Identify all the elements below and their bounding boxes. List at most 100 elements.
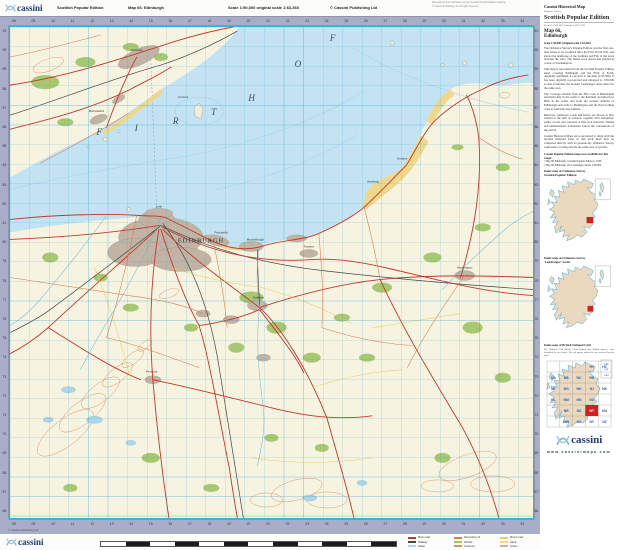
grid-northing-label: 83	[3, 183, 7, 187]
panel-title: Scottish Popular Edition	[544, 15, 614, 21]
range-item: • Map 66 Edinburgh, OS Landranger Series…	[544, 164, 614, 167]
panel-cassini-logo: cassini	[544, 433, 614, 448]
grid-easting-label: 18	[208, 522, 212, 526]
grid-easting-label: 16	[168, 19, 172, 23]
legend-label: Sand	[510, 541, 516, 544]
sea-label-letter: H	[247, 93, 255, 103]
national-grid-letter: NO	[589, 398, 594, 402]
grid-northing-label: 75	[3, 336, 7, 340]
page: cassini Scottish Popular Edition Map 66:…	[0, 0, 618, 550]
grid-easting-label: 21	[266, 19, 270, 23]
grid-northing-label: 88	[535, 87, 539, 91]
grid-northing-label: 66	[3, 509, 7, 513]
scale-bar-segment	[298, 542, 323, 546]
national-grid-letter: NC	[577, 376, 582, 380]
panel-map-name: Edinburgh	[544, 34, 614, 40]
grid-northing-label: 68	[3, 471, 7, 475]
grid-easting-label: 14	[129, 522, 133, 526]
grid-easting-label: 12	[90, 19, 94, 23]
map-legend: Main roadSecondary rdMinor roadRailwayWo…	[408, 536, 538, 549]
grid-easting-label: 08	[12, 19, 16, 23]
sea-label-letter: F	[329, 33, 336, 43]
place-label: Inchkeith	[177, 95, 189, 99]
header-map-number: Map 66: Edinburgh	[128, 5, 164, 10]
legend-swatch	[454, 545, 462, 547]
grid-easting-label: 13	[110, 522, 114, 526]
grid-northing-label: 91	[3, 29, 7, 33]
legend-label: Minor road	[510, 536, 523, 539]
cassini-helix-icon	[556, 433, 570, 448]
grid-northing-label: 76	[3, 317, 7, 321]
grid-easting-label: 19	[227, 19, 231, 23]
national-grid-letter: NY	[589, 420, 594, 424]
national-grid-letter: NR	[564, 409, 569, 413]
grid-easting-label: 29	[423, 522, 427, 526]
legend-swatch	[500, 537, 508, 539]
grid-easting-label: 33	[501, 19, 505, 23]
grid-northing-label: 67	[535, 490, 539, 494]
place-label: Gullane	[397, 156, 408, 160]
grid-easting-label: 14	[129, 19, 133, 23]
legend-swatch	[454, 537, 462, 539]
legend-item: Urban	[500, 544, 538, 548]
legend-label: Woods	[464, 541, 472, 544]
panel-body-text: The Ordnance Survey's Popular Edition wa…	[544, 47, 614, 150]
place-label: Musselburgh	[247, 237, 265, 241]
national-grid-letter: HY	[589, 365, 594, 369]
header-scale: Scale 1:50,000 original scale 1:63,360	[228, 5, 299, 10]
grid-northing-label: 86	[535, 125, 539, 129]
grid-northing-label: 80	[3, 240, 7, 244]
sheet-highlight-square	[587, 217, 594, 223]
grid-easting-label: 34	[520, 522, 524, 526]
legend-item: Contours	[454, 544, 500, 548]
header-copyright: © Cassini Publishing Ltd	[330, 5, 377, 10]
grid-northing-label: 89	[535, 67, 539, 71]
legend-swatch	[408, 541, 416, 543]
sea-label-letter: R	[172, 116, 179, 126]
map-copyright-small: © Cassini Publishing Ltd	[8, 528, 38, 532]
national-grid-letter: NZ	[602, 420, 607, 424]
grid-northing-label: 71	[535, 413, 539, 417]
national-grid-letter: NU	[602, 409, 607, 413]
panel-paragraph: This map is reproduced from the Scottish…	[544, 68, 614, 91]
grid-northing-label: 85	[3, 144, 7, 148]
grid-northing-label: 90	[535, 48, 539, 52]
grid-northing-label: 80	[535, 240, 539, 244]
grid-northing-label: 76	[535, 317, 539, 321]
footer-logo-text: cassini	[18, 537, 44, 547]
legend-label: Railway	[418, 541, 427, 544]
legend-item: Water	[408, 544, 454, 548]
grid-easting-label: 22	[286, 522, 290, 526]
grid-easting-label: 18	[208, 19, 212, 23]
legend-label: Urban	[510, 545, 517, 548]
legend-label: Water	[418, 545, 425, 548]
grid-northing-label: 69	[3, 451, 7, 455]
grid-northing-label: 84	[3, 163, 7, 167]
legend-swatch	[500, 541, 508, 543]
grid-northing-label: 79	[3, 259, 7, 263]
grid-northing-label: 85	[535, 144, 539, 148]
index2-heading: Index map of Ordnance Survey'Landranger'…	[544, 257, 614, 264]
panel-paragraph: The coverage extends from the Fife coast…	[544, 93, 614, 112]
grid-easting-label: 28	[403, 522, 407, 526]
sea-label-letter: F	[95, 127, 102, 137]
grid-northing-label: 78	[3, 279, 7, 283]
scale-bar	[100, 541, 397, 547]
national-grid-letter: NL	[551, 398, 556, 402]
header-disclaimer-line2: © Cassini Publishing Ltd. All rights res…	[432, 6, 536, 9]
grid-northing-label: 74	[3, 355, 7, 359]
grid-easting-label: 26	[364, 19, 368, 23]
grid-northing-label: 88	[3, 87, 7, 91]
national-grid-letter: NS	[577, 409, 582, 413]
grid-easting-label: 30	[442, 19, 446, 23]
grid-easting-label: 22	[286, 19, 290, 23]
index3-note: The National Grid divides Great Britain …	[544, 349, 614, 358]
grid-easting-label: 23	[305, 522, 309, 526]
grid-easting-label: 17	[188, 522, 192, 526]
legend-label: Main road	[418, 536, 430, 539]
scale-bar-segment	[175, 542, 200, 546]
panel-range-items: • Map 66 Edinburgh, Scottish Popular Edi…	[544, 160, 614, 167]
grid-easting-label: 25	[344, 522, 348, 526]
legend-swatch	[408, 537, 416, 539]
grid-easting-label: 09	[32, 522, 36, 526]
